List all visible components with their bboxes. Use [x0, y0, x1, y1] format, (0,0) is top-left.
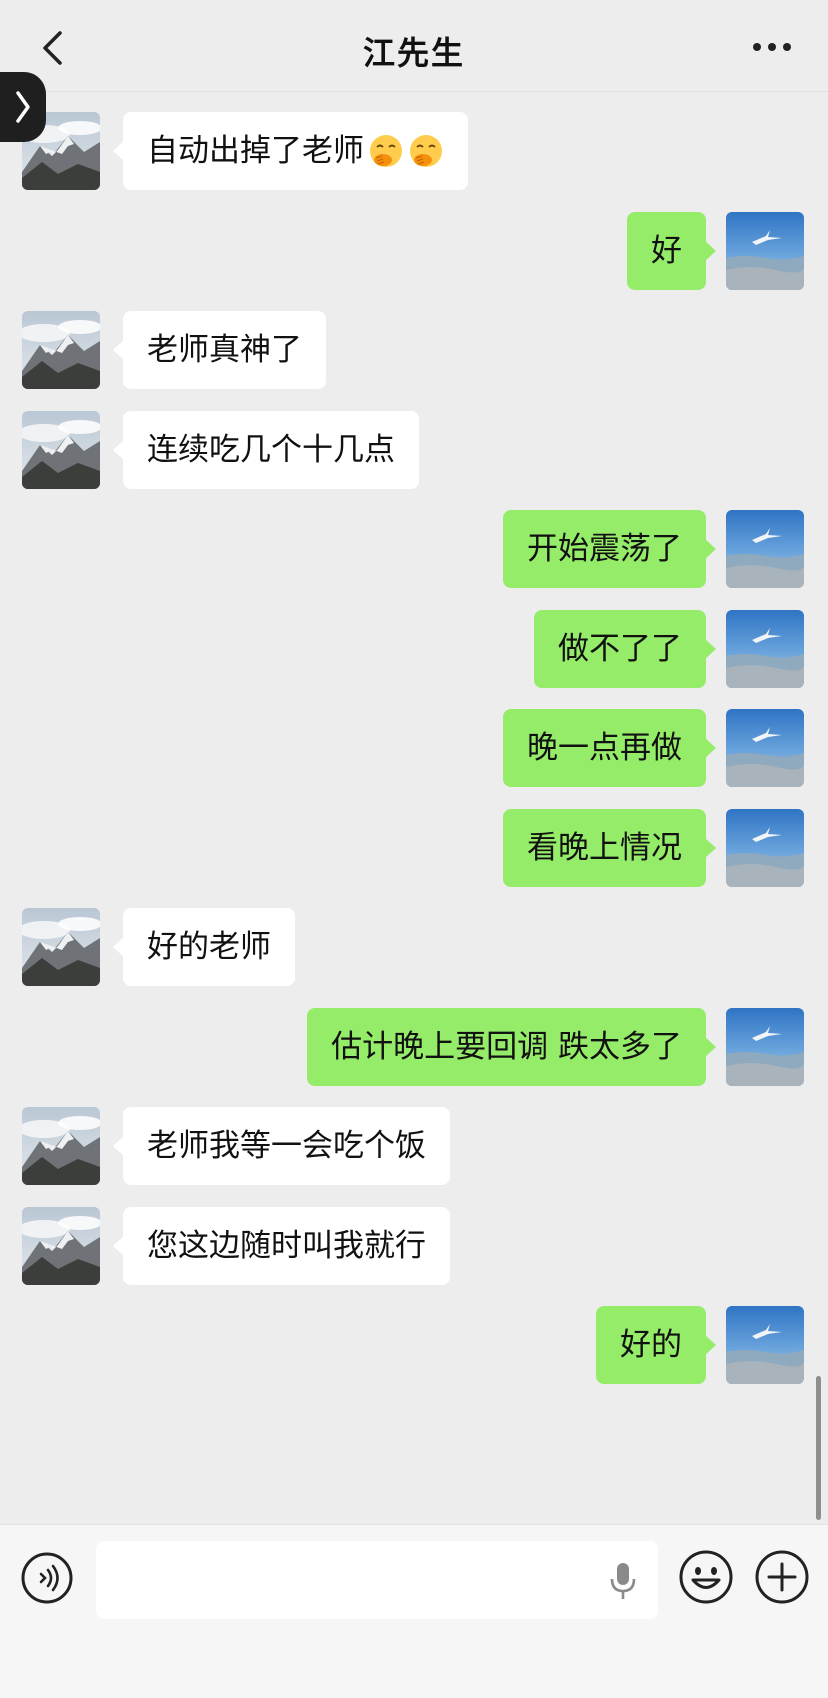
my-avatar[interactable]	[726, 1008, 804, 1086]
floating-side-tab[interactable]	[0, 72, 46, 142]
contact-avatar[interactable]	[22, 1107, 100, 1185]
message-row: 老师真神了	[0, 311, 828, 389]
my-avatar[interactable]	[726, 709, 804, 787]
message-text: 老师真神了	[147, 331, 302, 368]
message-text: 好的老师	[147, 928, 271, 965]
message-text: 连续吃几个十几点	[147, 431, 395, 468]
message-row: 好	[0, 212, 828, 290]
message-row: 您这边随时叫我就行	[0, 1207, 828, 1285]
message-text: 您这边随时叫我就行	[147, 1227, 426, 1264]
voice-button[interactable]	[20, 1551, 74, 1605]
received-message-bubble[interactable]: 您这边随时叫我就行	[113, 1207, 450, 1285]
received-message-bubble[interactable]: 老师我等一会吃个饭	[113, 1107, 450, 1185]
sent-message-bubble[interactable]: 好的	[596, 1306, 716, 1384]
microphone-icon	[610, 1563, 636, 1599]
my-avatar[interactable]	[726, 212, 804, 290]
message-row: 自动出掉了老师	[0, 112, 828, 190]
message-row: 老师我等一会吃个饭	[0, 1107, 828, 1185]
message-text: 做不了了	[558, 630, 682, 667]
microphone-button[interactable]	[608, 1561, 638, 1601]
smiley-face-icon	[679, 1550, 733, 1604]
message-row: 估计晚上要回调 跌太多了	[0, 1008, 828, 1086]
message-text: 看晚上情况	[527, 829, 682, 866]
message-text: 自动出掉了老师	[147, 132, 364, 169]
contact-avatar[interactable]	[22, 1207, 100, 1285]
message-row: 看晚上情况	[0, 809, 828, 887]
emoji-button[interactable]	[678, 1549, 734, 1605]
message-list[interactable]: 自动出掉了老师 好 老师真神了 连续吃几个十几点 开始震荡了 做不了了 晚一点再…	[0, 92, 828, 1524]
message-text: 晚一点再做	[527, 729, 682, 766]
sent-message-bubble[interactable]: 开始震荡了	[503, 510, 716, 588]
chat-title: 江先生	[362, 34, 465, 72]
sent-message-bubble[interactable]: 晚一点再做	[503, 709, 716, 787]
plus-icon	[755, 1550, 809, 1604]
message-text: 估计晚上要回调 跌太多了	[331, 1028, 682, 1065]
message-input[interactable]	[96, 1541, 658, 1619]
received-message-bubble[interactable]: 老师真神了	[113, 311, 326, 389]
my-avatar[interactable]	[726, 610, 804, 688]
chevron-right-icon	[16, 91, 30, 123]
scrollbar[interactable]	[816, 1376, 821, 1520]
contact-avatar[interactable]	[22, 411, 100, 489]
more-functions-button[interactable]	[754, 1549, 810, 1605]
message-row: 连续吃几个十几点	[0, 411, 828, 489]
more-dots-icon	[753, 43, 791, 51]
received-message-bubble[interactable]: 自动出掉了老师	[113, 112, 468, 190]
my-avatar[interactable]	[726, 809, 804, 887]
input-bar	[0, 1524, 828, 1698]
my-avatar[interactable]	[726, 510, 804, 588]
message-row: 开始震荡了	[0, 510, 828, 588]
sent-message-bubble[interactable]: 估计晚上要回调 跌太多了	[307, 1008, 716, 1086]
chat-header: 江先生	[0, 0, 828, 92]
message-text: 好的	[620, 1326, 682, 1363]
contact-avatar[interactable]	[22, 908, 100, 986]
message-text: 好	[651, 232, 682, 269]
message-row: 做不了了	[0, 610, 828, 688]
sent-message-bubble[interactable]: 看晚上情况	[503, 809, 716, 887]
sent-message-bubble[interactable]: 做不了了	[534, 610, 716, 688]
sent-message-bubble[interactable]: 好	[627, 212, 716, 290]
received-message-bubble[interactable]: 好的老师	[113, 908, 295, 986]
hand-over-mouth-emoji-icon	[408, 133, 444, 169]
message-row: 晚一点再做	[0, 709, 828, 787]
voice-icon	[21, 1552, 73, 1604]
contact-avatar[interactable]	[22, 311, 100, 389]
received-message-bubble[interactable]: 连续吃几个十几点	[113, 411, 419, 489]
message-row: 好的老师	[0, 908, 828, 986]
more-button[interactable]	[746, 30, 798, 64]
message-text: 开始震荡了	[527, 530, 682, 567]
message-text: 老师我等一会吃个饭	[147, 1127, 426, 1164]
hand-over-mouth-emoji-icon	[368, 133, 404, 169]
message-row: 好的	[0, 1306, 828, 1384]
my-avatar[interactable]	[726, 1306, 804, 1384]
